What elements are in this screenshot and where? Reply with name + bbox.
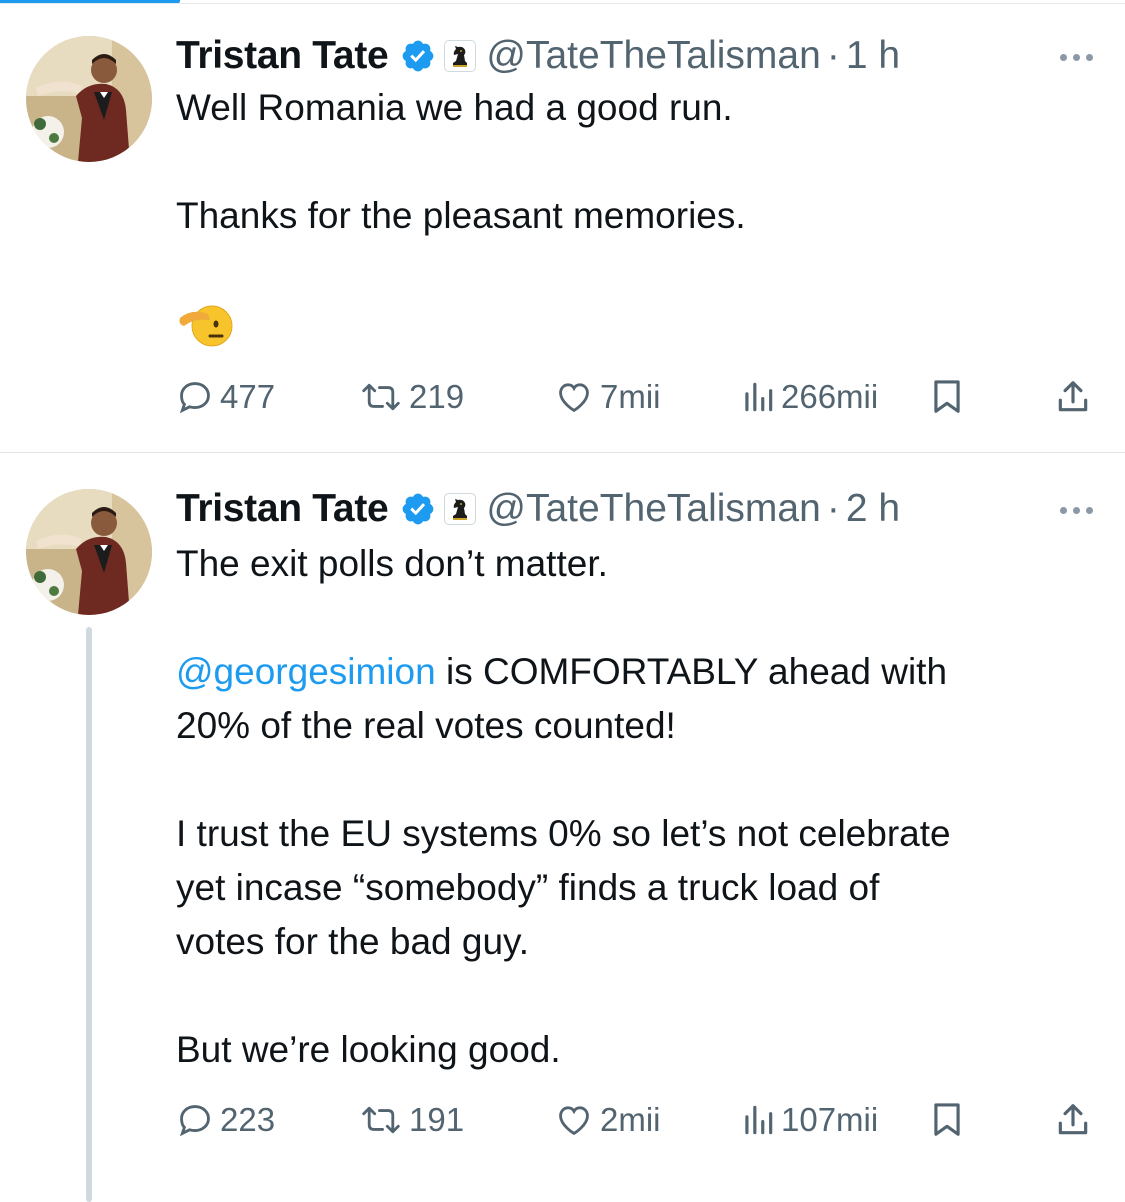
views-icon	[745, 1105, 773, 1135]
verified-badge-icon	[400, 38, 436, 74]
tweet-header: Tristan Tate @TateTheTalisman · 1 h	[176, 32, 900, 80]
separator-dot: ·	[826, 34, 840, 77]
avatar[interactable]	[26, 36, 152, 162]
tweet[interactable]: Tristan Tate @TateTheTalisman · 1 h Well…	[0, 0, 1125, 453]
tweet-paragraph: yet incase “somebody” finds a truck load…	[176, 867, 880, 908]
more-icon[interactable]	[1060, 507, 1093, 514]
author-handle[interactable]: @TateTheTalisman	[486, 487, 820, 531]
repost-icon	[362, 383, 400, 411]
tweet-paragraph: @georgesimion is COMFORTABLY ahead with	[176, 645, 1096, 699]
share-button[interactable]	[1054, 1101, 1092, 1139]
bookmark-icon	[934, 380, 960, 413]
timestamp[interactable]: 2 h	[846, 487, 900, 531]
reply-count: 477	[220, 378, 276, 415]
avatar[interactable]	[26, 489, 152, 615]
views-icon	[745, 382, 773, 412]
tweet-paragraph: But we’re looking good.	[176, 1029, 561, 1070]
bookmark-button[interactable]	[930, 378, 964, 416]
tweet-paragraph: Thanks for the pleasant memories.	[176, 195, 746, 236]
tweet-paragraph: I trust the EU systems 0% so let’s not c…	[176, 813, 951, 854]
reply-count: 223	[220, 1101, 276, 1138]
tweet-paragraph: Well Romania we had a good run.	[176, 87, 733, 128]
affiliate-knight-icon[interactable]	[444, 40, 477, 72]
share-icon	[1058, 381, 1088, 412]
tweet-header: Tristan Tate @TateTheTalisman · 2 h	[176, 485, 900, 533]
saluting-face-icon	[178, 298, 234, 350]
repost-button[interactable]: 219	[359, 378, 464, 416]
repost-button[interactable]: 191	[359, 1101, 464, 1139]
mention-link[interactable]: @georgesimion	[176, 651, 436, 692]
affiliate-knight-icon[interactable]	[444, 493, 477, 525]
bookmark-button[interactable]	[930, 1101, 964, 1139]
more-icon[interactable]	[1060, 54, 1093, 61]
share-button[interactable]	[1054, 378, 1092, 416]
tweet-paragraph: 20% of the real votes counted!	[176, 705, 676, 746]
timestamp[interactable]: 1 h	[846, 34, 900, 78]
tweet-paragraph: The exit polls don’t matter.	[176, 543, 608, 584]
tweet-actions: 223 191 2mii 107mii	[176, 1101, 1095, 1145]
views-button[interactable]: 266mii	[741, 378, 878, 416]
repost-count: 219	[409, 378, 465, 415]
share-icon	[1058, 1104, 1088, 1135]
reply-button[interactable]: 477	[176, 378, 275, 416]
bookmark-icon	[934, 1103, 960, 1136]
reply-icon	[179, 382, 210, 414]
repost-icon	[362, 1106, 400, 1134]
thread-connector	[86, 627, 92, 1202]
reply-button[interactable]: 223	[176, 1101, 275, 1139]
like-count: 2mii	[600, 1101, 661, 1138]
tweet-text-run: is COMFORTABLY ahead with	[435, 651, 948, 692]
author-name[interactable]: Tristan Tate	[176, 34, 389, 78]
separator-dot: ·	[826, 487, 840, 530]
repost-count: 191	[409, 1101, 465, 1138]
views-count: 107mii	[781, 1101, 879, 1138]
tweet-actions: 477 219 7mii 266mii	[176, 378, 1095, 422]
author-name[interactable]: Tristan Tate	[176, 487, 389, 531]
tweet[interactable]: Tristan Tate @TateTheTalisman · 2 h The …	[0, 453, 1125, 1202]
like-button[interactable]: 2mii	[554, 1101, 661, 1139]
tweet-text: The exit polls don’t matter. @georgesimi…	[176, 537, 1096, 1077]
like-button[interactable]: 7mii	[554, 378, 661, 416]
author-handle[interactable]: @TateTheTalisman	[486, 34, 820, 78]
verified-badge-icon	[400, 491, 436, 527]
like-icon	[559, 383, 589, 413]
views-count: 266mii	[781, 378, 879, 415]
like-icon	[559, 1106, 589, 1136]
tweet-paragraph: votes for the bad guy.	[176, 921, 530, 962]
reply-icon	[179, 1105, 210, 1137]
views-button[interactable]: 107mii	[741, 1101, 878, 1139]
tweet-text: Well Romania we had a good run. Thanks f…	[176, 81, 1096, 243]
like-count: 7mii	[600, 378, 661, 415]
